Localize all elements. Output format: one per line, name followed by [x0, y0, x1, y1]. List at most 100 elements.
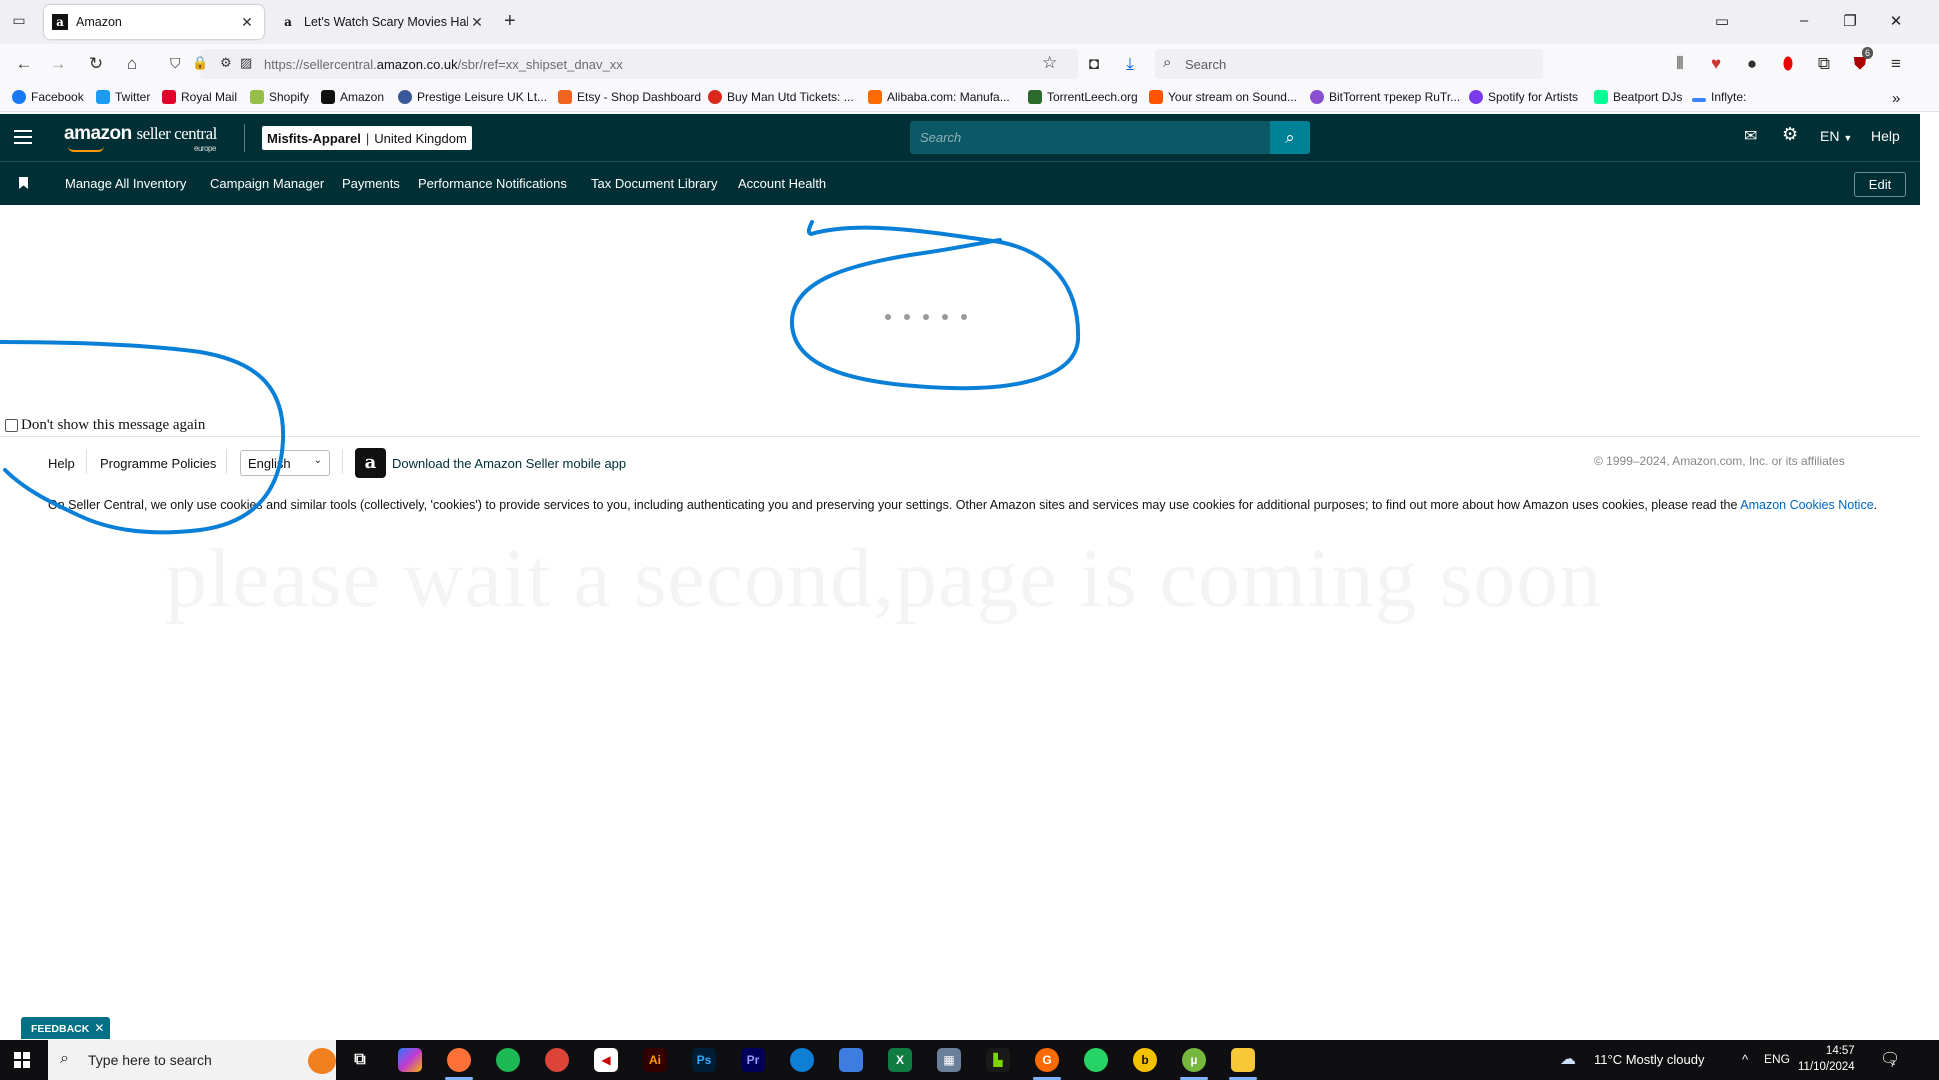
close-window-icon[interactable]: ✕: [1882, 12, 1910, 30]
close-tab-icon[interactable]: ✕: [468, 14, 486, 31]
photoshop-icon[interactable]: Ps: [692, 1048, 716, 1072]
illustrator-icon[interactable]: Ai: [643, 1048, 667, 1072]
hamburger-menu-icon[interactable]: [14, 126, 32, 146]
input-language[interactable]: ENG: [1764, 1052, 1790, 1066]
footer-help-link[interactable]: Help: [48, 456, 75, 471]
task-view-icon[interactable]: ⧉: [348, 1048, 372, 1072]
weather-text[interactable]: 11°C Mostly cloudy: [1594, 1052, 1704, 1067]
mail-icon[interactable]: ✉: [1744, 126, 1757, 146]
copilot-icon[interactable]: [398, 1048, 422, 1072]
spotify-icon[interactable]: [496, 1048, 520, 1072]
nav-campaign-manager[interactable]: Campaign Manager: [210, 176, 324, 191]
opera-vpn-icon[interactable]: ⬮: [1776, 53, 1800, 75]
reload-icon[interactable]: ↻: [84, 53, 108, 75]
account-switcher[interactable]: Misfits-Apparel | United Kingdom: [262, 126, 472, 150]
url-text[interactable]: https://sellercentral.amazon.co.uk/sbr/r…: [264, 57, 623, 72]
laptop-app-icon[interactable]: [839, 1048, 863, 1072]
bookmark-facebook[interactable]: Facebook: [12, 90, 84, 104]
footer-language-select[interactable]: English ⌄: [240, 450, 330, 476]
bookmark-beatport[interactable]: Beatport DJs: [1594, 90, 1682, 104]
chevron-up-icon[interactable]: ^: [1742, 1052, 1748, 1067]
library-icon[interactable]: ⫴: [1668, 53, 1692, 75]
firefox-icon[interactable]: [447, 1048, 471, 1072]
bookmark-soundcloud[interactable]: Your stream on Sound...: [1149, 90, 1297, 104]
shield-icon[interactable]: ⛉: [170, 55, 181, 72]
cookies-notice-link[interactable]: Amazon Cookies Notice: [1740, 498, 1873, 512]
bookmark-inflyte[interactable]: Inflyte:: [1692, 90, 1746, 104]
nav-tax-document-library[interactable]: Tax Document Library: [591, 176, 717, 191]
footer-programme-policies-link[interactable]: Programme Policies: [100, 456, 216, 471]
taskbar-search-box[interactable]: ⌕ Type here to search: [48, 1040, 336, 1080]
bittorrent-icon[interactable]: b: [1133, 1048, 1157, 1072]
tracking-off-icon[interactable]: ▨: [240, 55, 252, 71]
bookmark-torrentleech[interactable]: TorrentLeech.org: [1028, 90, 1138, 104]
extension-heart-icon[interactable]: ♥: [1704, 53, 1728, 75]
restore-icon[interactable]: ❐: [1836, 12, 1864, 30]
bookmark-rutracker[interactable]: BitTorrent трекер RuTr...: [1310, 90, 1460, 104]
menu-icon[interactable]: ≡: [1884, 53, 1908, 75]
whatsapp-icon[interactable]: [1084, 1048, 1108, 1072]
amazon-seller-app-icon[interactable]: a: [355, 448, 386, 478]
back-icon[interactable]: ←: [12, 53, 36, 75]
extensions-icon[interactable]: ⧉: [1812, 53, 1836, 75]
lock-icon[interactable]: 🔒: [192, 55, 208, 71]
home-icon[interactable]: ⌂: [120, 53, 144, 75]
chrome-icon[interactable]: [545, 1048, 569, 1072]
new-tab-icon[interactable]: +: [504, 10, 516, 33]
bookmark-etsy[interactable]: Etsy - Shop Dashboard: [558, 90, 701, 104]
nav-performance-notifications[interactable]: Performance Notifications: [418, 176, 567, 191]
weather-cloud-icon[interactable]: ☁: [1560, 1049, 1576, 1069]
forward-icon[interactable]: →: [46, 53, 70, 75]
edit-nav-button[interactable]: Edit: [1854, 172, 1906, 197]
taskbar-clock[interactable]: 14:57 11/10/2024: [1798, 1043, 1855, 1075]
bookmark-twitter[interactable]: Twitter: [96, 90, 150, 104]
bookmark-icon[interactable]: [19, 177, 28, 189]
browser-search-field[interactable]: ⌕ Search: [1155, 49, 1543, 79]
search-icon[interactable]: ⌕: [1270, 121, 1310, 154]
bookmark-royal-mail[interactable]: Royal Mail: [162, 90, 237, 104]
address-bar[interactable]: ⛉ 🔒 ⚙ ▨ https://sellercentral.amazon.co.…: [170, 49, 1078, 79]
more-bookmarks-icon[interactable]: »: [1892, 90, 1900, 107]
download-icon[interactable]: ⤓: [1118, 53, 1142, 75]
feedback-button[interactable]: FEEDBACK ✕: [21, 1017, 111, 1039]
tab-list-icon[interactable]: ▭: [8, 12, 30, 32]
close-icon[interactable]: ✕: [94, 1021, 104, 1035]
bookmark-spotify-artists[interactable]: Spotify for Artists: [1469, 90, 1578, 104]
grammarly-g-icon[interactable]: G: [1035, 1048, 1059, 1072]
nav-manage-all-inventory[interactable]: Manage All Inventory: [65, 176, 186, 191]
premiere-icon[interactable]: Pr: [741, 1048, 765, 1072]
utorrent-icon[interactable]: µ: [1182, 1048, 1206, 1072]
permissions-icon[interactable]: ⚙: [220, 55, 232, 71]
seller-central-logo[interactable]: amazon seller central europe: [64, 123, 217, 153]
help-link[interactable]: Help: [1871, 128, 1900, 144]
file-explorer-icon[interactable]: [1231, 1048, 1255, 1072]
bookmark-star-icon[interactable]: ☆: [1042, 53, 1057, 73]
edge-icon[interactable]: [790, 1048, 814, 1072]
ublock-icon[interactable]: ⛊ 6: [1848, 47, 1874, 75]
pocket-icon[interactable]: ◘: [1082, 53, 1106, 75]
bookmark-man-utd[interactable]: Buy Man Utd Tickets: ...: [708, 90, 854, 104]
bookmark-shopify[interactable]: Shopify: [250, 90, 309, 104]
excel-icon[interactable]: X: [888, 1048, 912, 1072]
seller-search-input[interactable]: Search: [910, 121, 1270, 154]
dont-show-again-checkbox[interactable]: [5, 419, 18, 432]
tab-scary-movies[interactable]: a Let's Watch Scary Movies Hallo ✕: [272, 5, 494, 39]
tab-amazon[interactable]: a Amazon ✕: [44, 5, 264, 39]
calculator-icon[interactable]: ▦: [937, 1048, 961, 1072]
notification-center-icon[interactable]: 🗨 7: [1880, 1049, 1900, 1069]
bookmark-alibaba[interactable]: Alibaba.com: Manufa...: [868, 90, 1010, 104]
account-icon[interactable]: ●: [1740, 53, 1764, 75]
settings-gear-icon[interactable]: ⚙: [1782, 124, 1798, 145]
minimize-icon[interactable]: –: [1790, 12, 1818, 29]
windows-start-icon[interactable]: [14, 1052, 30, 1068]
nav-payments[interactable]: Payments: [342, 176, 400, 191]
cc-icon[interactable]: ◀: [594, 1048, 618, 1072]
green-app-icon[interactable]: ▙: [986, 1048, 1010, 1072]
bookmark-amazon[interactable]: Amazon: [321, 90, 384, 104]
close-tab-icon[interactable]: ✕: [238, 14, 256, 31]
download-seller-app-link[interactable]: Download the Amazon Seller mobile app: [392, 456, 626, 471]
tab-overview-icon[interactable]: ▭: [1708, 12, 1736, 30]
bookmark-prestige[interactable]: Prestige Leisure UK Lt...: [398, 90, 547, 104]
nav-account-health[interactable]: Account Health: [738, 176, 826, 191]
language-selector[interactable]: EN ▼: [1820, 128, 1852, 144]
